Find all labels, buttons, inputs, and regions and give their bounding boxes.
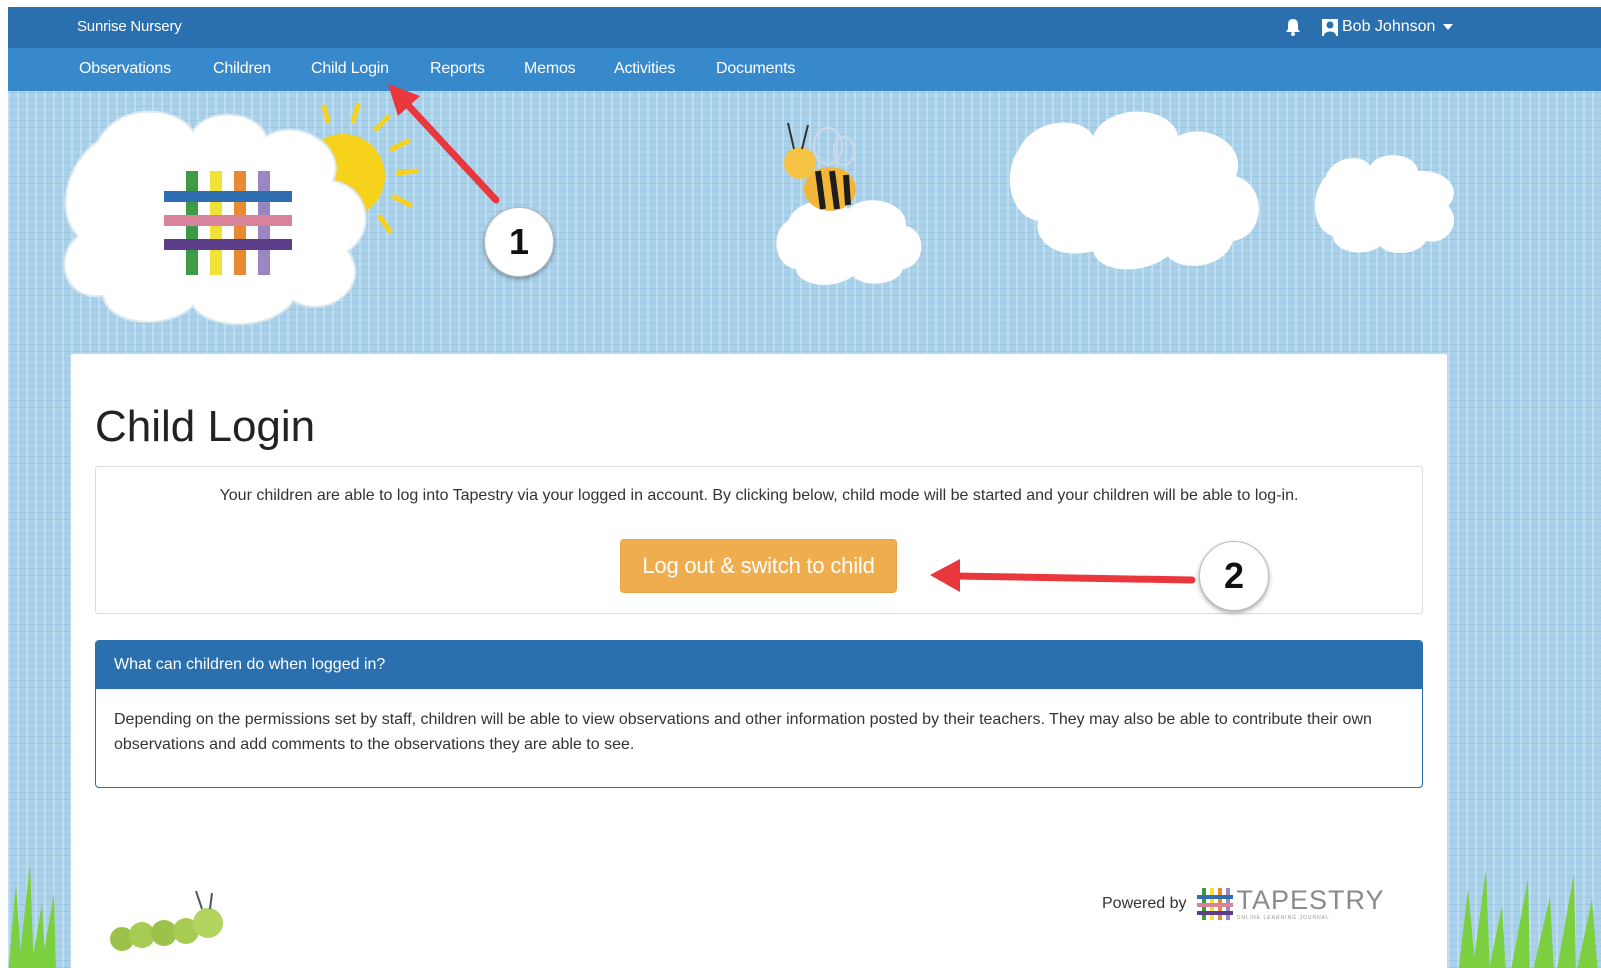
user-name: Bob Johnson [1342,18,1436,35]
info-panel: What can children do when logged in? Dep… [95,640,1423,788]
bee-illustration [776,122,922,285]
powered-by: Powered by TAPESTRY ONLINE LEARNING JOUR… [1102,887,1385,921]
step-1-callout: 1 [484,207,554,277]
switch-to-child-button[interactable]: Log out & switch to child [620,539,897,593]
bell-icon[interactable] [1284,17,1302,37]
tapestry-tagline: ONLINE LEARNING JOURNAL [1236,915,1330,921]
cloud-right-1 [1009,111,1259,270]
panel-heading: What can children do when logged in? [96,641,1422,689]
app-frame: Sunrise Nursery Bob Johnson Observations… [8,7,1601,968]
step-2-callout: 2 [1199,541,1269,611]
page-title: Child Login [95,402,316,451]
tapestry-logo[interactable]: TAPESTRY ONLINE LEARNING JOURNAL [1196,885,1385,921]
nav-documents[interactable]: Documents [716,60,795,78]
header-banner [63,102,1455,326]
content-card: Child Login Your children are able to lo… [70,353,1448,968]
tapestry-weave-icon [1196,888,1233,920]
nav-reports[interactable]: Reports [430,60,485,78]
grass-right [1458,869,1598,968]
nursery-name[interactable]: Sunrise Nursery [77,18,182,35]
user-menu[interactable]: Bob Johnson [1322,15,1454,39]
panel-body: Depending on the permissions set by staf… [114,711,1372,753]
cloud-right-2 [1314,155,1455,253]
nav-children[interactable]: Children [213,60,271,78]
caterpillar-illustration [110,890,223,951]
top-bar: Sunrise Nursery Bob Johnson [8,7,1601,48]
nav-child-login[interactable]: Child Login [311,60,389,78]
intro-text: Your children are able to log into Tapes… [219,487,1299,504]
logo-cloud [63,110,367,326]
main-nav: Observations Children Child Login Report… [8,48,1601,91]
user-icon [1322,18,1338,36]
powered-by-label: Powered by [1102,895,1187,912]
nav-observations[interactable]: Observations [79,60,171,78]
nav-activities[interactable]: Activities [614,60,675,78]
tapestry-wordmark: TAPESTRY [1236,885,1385,915]
grass-left [8,863,56,968]
nav-memos[interactable]: Memos [524,60,576,78]
caret-down-icon [1443,24,1454,30]
